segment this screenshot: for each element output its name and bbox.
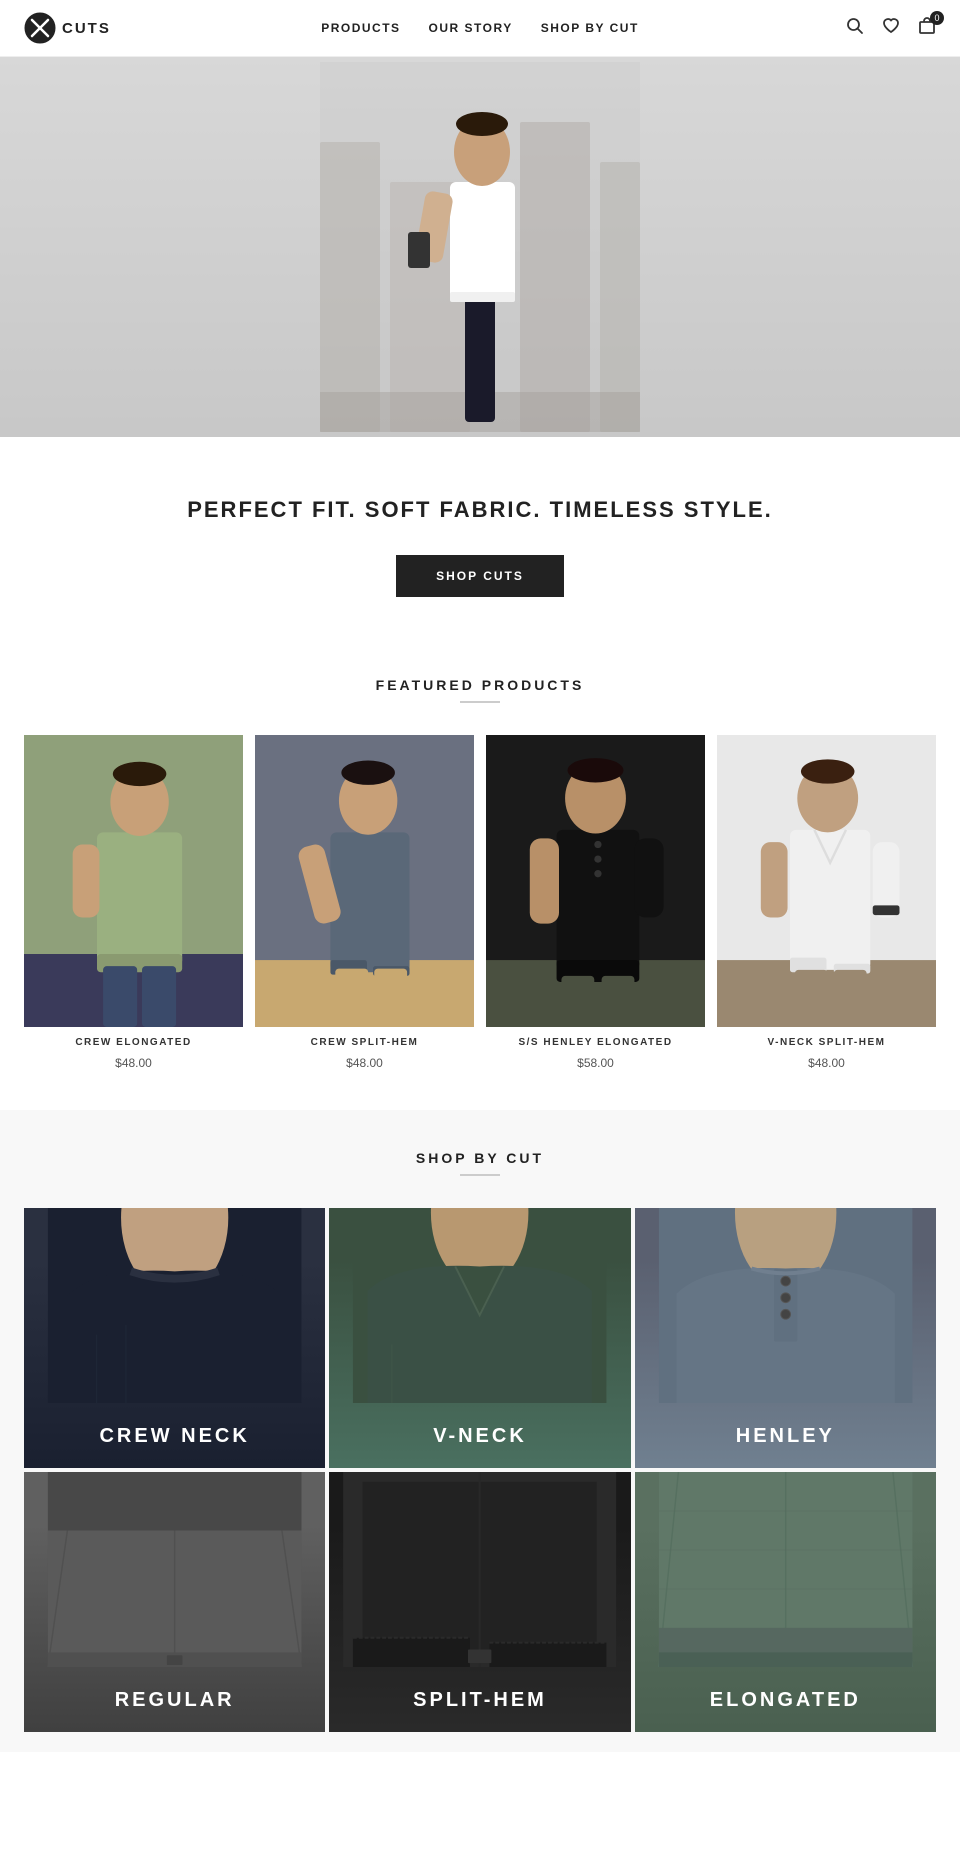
- v-neck-svg: [329, 1208, 630, 1403]
- cut-label-henley: HENLEY: [635, 1425, 936, 1448]
- product-image-2: [255, 735, 474, 1027]
- cart-icon[interactable]: 0: [918, 17, 936, 40]
- cut-item-split-hem[interactable]: SPLIT-HEM: [329, 1472, 630, 1732]
- product-price-4: $48.00: [717, 1056, 936, 1070]
- featured-products-section: FEATURED PRODUCTS: [0, 637, 960, 1110]
- elongated-visual: [635, 1472, 936, 1667]
- product-name-3: S/S HENLEY ELONGATED: [486, 1037, 705, 1048]
- henley-visual: [635, 1208, 936, 1403]
- nav-shop-by-cut[interactable]: SHOP BY CUT: [541, 21, 639, 35]
- cut-label-crew-neck: CREW NECK: [24, 1425, 325, 1448]
- henley-svg: [635, 1208, 936, 1403]
- product-card[interactable]: V-NECK SPLIT-HEM $48.00: [717, 735, 936, 1070]
- hero-section: [0, 57, 960, 437]
- product-card[interactable]: S/S HENLEY ELONGATED $58.00: [486, 735, 705, 1070]
- product-price-2: $48.00: [255, 1056, 474, 1070]
- product-price-1: $48.00: [24, 1056, 243, 1070]
- shop-cuts-button[interactable]: SHOP CUTS: [396, 555, 564, 597]
- cut-item-regular[interactable]: REGULAR: [24, 1472, 325, 1732]
- cut-item-crew-neck[interactable]: CREW NECK: [24, 1208, 325, 1468]
- hero-figure: [0, 57, 960, 437]
- split-hem-svg: [329, 1472, 630, 1667]
- elongated-svg: [635, 1472, 936, 1667]
- product-image-1: [24, 735, 243, 1027]
- tagline-section: PERFECT FIT. SOFT FABRIC. TIMELESS STYLE…: [0, 437, 960, 637]
- product-silhouette-1: [24, 735, 243, 1027]
- cut-label-regular: REGULAR: [24, 1689, 325, 1712]
- cut-grid: CREW NECK V-NECK: [24, 1208, 936, 1732]
- crew-neck-visual: [24, 1208, 325, 1403]
- product-card[interactable]: CREW SPLIT-HEM $48.00: [255, 735, 474, 1070]
- product-name-1: CREW ELONGATED: [24, 1037, 243, 1048]
- shop-by-cut-section: SHOP BY CUT CREW NECK: [0, 1110, 960, 1752]
- crew-neck-svg: [24, 1208, 325, 1403]
- tagline-text: PERFECT FIT. SOFT FABRIC. TIMELESS STYLE…: [24, 497, 936, 523]
- cut-item-v-neck[interactable]: V-NECK: [329, 1208, 630, 1468]
- cut-label-split-hem: SPLIT-HEM: [329, 1689, 630, 1712]
- products-grid: CREW ELONGATED $48.00: [24, 735, 936, 1070]
- product-silhouette-2: [255, 735, 474, 1027]
- search-icon[interactable]: [846, 17, 864, 40]
- hero-illustration: [320, 62, 640, 432]
- shop-by-cut-title: SHOP BY CUT: [24, 1150, 936, 1166]
- product-silhouette-3: [486, 735, 705, 1027]
- product-name-4: V-NECK SPLIT-HEM: [717, 1037, 936, 1048]
- section-divider-2: [460, 1174, 500, 1176]
- footer: [0, 1752, 960, 1792]
- main-nav: PRODUCTS OUR STORY SHOP BY CUT: [321, 21, 639, 35]
- v-neck-visual: [329, 1208, 630, 1403]
- featured-title: FEATURED PRODUCTS: [24, 677, 936, 693]
- section-divider: [460, 701, 500, 703]
- cut-label-v-neck: V-NECK: [329, 1425, 630, 1448]
- cut-item-elongated[interactable]: ELONGATED: [635, 1472, 936, 1732]
- product-price-3: $58.00: [486, 1056, 705, 1070]
- cut-label-elongated: ELONGATED: [635, 1689, 936, 1712]
- product-silhouette-4: [717, 735, 936, 1027]
- header-icons: 0: [846, 17, 936, 40]
- regular-visual: [24, 1472, 325, 1667]
- wishlist-icon[interactable]: [882, 17, 900, 40]
- regular-svg: [24, 1472, 325, 1667]
- cart-count: 0: [930, 11, 944, 25]
- logo-icon: [24, 12, 56, 44]
- logo-text: CUTS: [62, 20, 111, 37]
- logo[interactable]: CUTS: [24, 12, 111, 44]
- product-image-4: [717, 735, 936, 1027]
- product-name-2: CREW SPLIT-HEM: [255, 1037, 474, 1048]
- cut-item-henley[interactable]: HENLEY: [635, 1208, 936, 1468]
- nav-products[interactable]: PRODUCTS: [321, 21, 400, 35]
- split-hem-visual: [329, 1472, 630, 1667]
- product-image-3: [486, 735, 705, 1027]
- site-header: CUTS PRODUCTS OUR STORY SHOP BY CUT 0: [0, 0, 960, 57]
- nav-our-story[interactable]: OUR STORY: [429, 21, 513, 35]
- product-card[interactable]: CREW ELONGATED $48.00: [24, 735, 243, 1070]
